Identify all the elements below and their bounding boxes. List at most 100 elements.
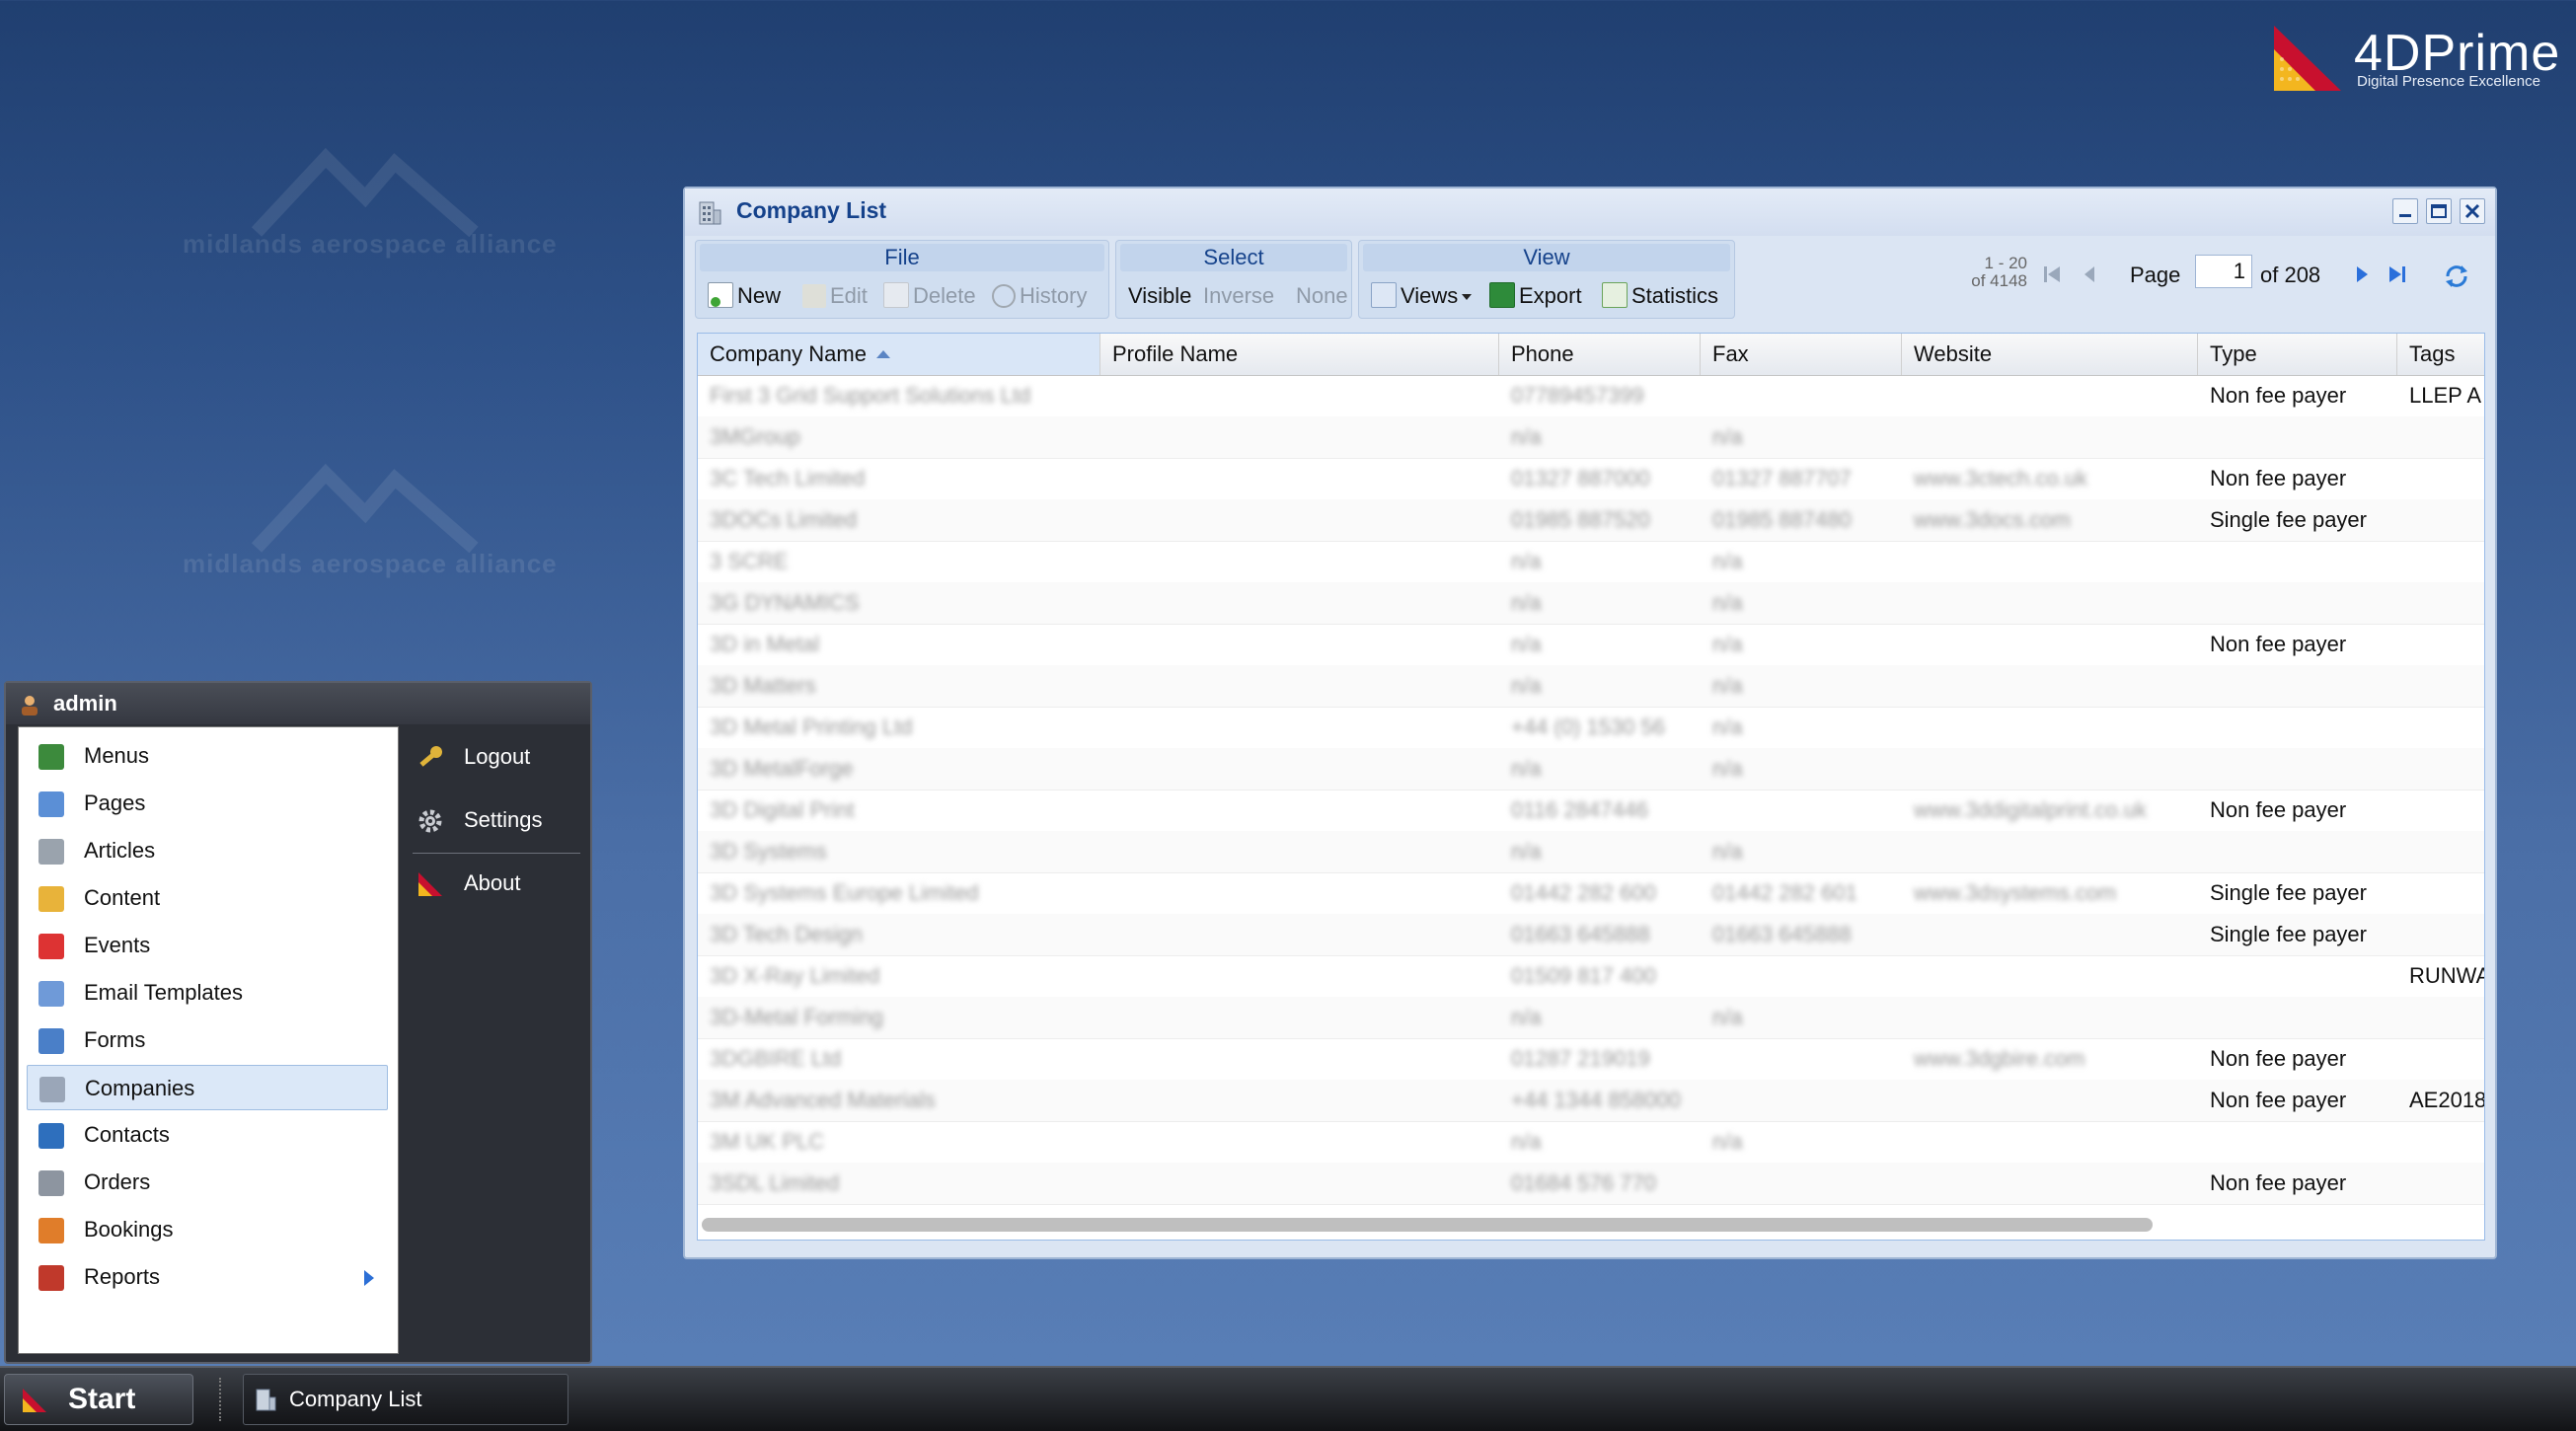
history-button[interactable]: History: [992, 280, 1087, 312]
menu-item-reports[interactable]: Reports: [27, 1254, 388, 1300]
cell-profile-name: [1112, 416, 1491, 458]
table-row[interactable]: 3D in Metal n/a n/a Non fee payer: [698, 624, 2484, 666]
refresh-button[interactable]: [2442, 262, 2471, 291]
cell-phone: n/a: [1511, 590, 1542, 615]
table-row[interactable]: 3D-Metal Forming n/a n/a: [698, 997, 2484, 1039]
settings-button[interactable]: Settings: [411, 795, 582, 845]
cell-fax: n/a: [1712, 673, 1743, 698]
cell-profile-name: [1112, 665, 1491, 707]
cell-fax: n/a: [1712, 590, 1743, 615]
delete-button[interactable]: Delete: [883, 280, 976, 312]
maximize-icon: [2427, 199, 2451, 223]
about-button[interactable]: About: [411, 859, 582, 908]
table-row[interactable]: 3DOCs Limited 01985 887520 01985 887480 www…: [698, 499, 2484, 542]
next-page-button[interactable]: [2349, 262, 2375, 287]
menu-item-pages[interactable]: Pages: [27, 781, 388, 826]
cell-phone: 01287 219019: [1511, 1046, 1650, 1071]
table-row[interactable]: 3D Systems n/a n/a: [698, 831, 2484, 873]
cell-website: [1914, 914, 2190, 955]
cell-tags: [2409, 1121, 2484, 1163]
column-header-phone[interactable]: Phone: [1499, 334, 1701, 375]
menu-item-contacts[interactable]: Contacts: [27, 1112, 388, 1158]
table-row[interactable]: 3M Advanced Materials +44 1344 858000 Non …: [698, 1080, 2484, 1122]
menu-item-email-templates[interactable]: Email Templates: [27, 970, 388, 1016]
column-header-company-name[interactable]: Company Name: [698, 334, 1100, 375]
start-button[interactable]: Start: [4, 1374, 193, 1425]
cell-type: [2210, 541, 2389, 582]
table-row[interactable]: First 3 Grid Support Solutions Ltd 077894…: [698, 375, 2484, 417]
edit-button[interactable]: Edit: [802, 280, 868, 312]
menu-item-content[interactable]: Content: [27, 875, 388, 921]
views-button[interactable]: Views: [1371, 280, 1473, 312]
table-row[interactable]: 3D X-Ray Limited 01509 817 400 RUNWA: [698, 955, 2484, 998]
cell-phone: 01684 576 770: [1511, 1170, 1656, 1195]
export-button[interactable]: Export: [1489, 280, 1582, 312]
view-group-label: View: [1363, 244, 1730, 271]
table-row[interactable]: 3SDL Limited 01684 576 770 Non fee payer: [698, 1163, 2484, 1205]
cell-profile-name: [1112, 955, 1491, 997]
cell-website: www.3ddigitalprint.co.uk: [1914, 797, 2148, 822]
last-page-button[interactable]: [2385, 262, 2410, 287]
table-row[interactable]: 3G DYNAMICS n/a n/a: [698, 582, 2484, 625]
maximize-button[interactable]: [2426, 198, 2452, 224]
cell-company-name: 3SDL Limited: [710, 1170, 840, 1195]
cell-tags: LLEP A: [2409, 383, 2481, 408]
table-row[interactable]: 3D Matters n/a n/a: [698, 665, 2484, 708]
select-none-button[interactable]: None: [1296, 280, 1348, 312]
views-label: Views: [1401, 283, 1459, 308]
table-row[interactable]: 3C Tech Limited 01327 887000 01327 887707 w…: [698, 458, 2484, 500]
building-icon: [699, 201, 721, 225]
new-button[interactable]: New: [708, 280, 781, 312]
cell-company-name: 3D Systems: [710, 839, 827, 864]
cell-company-name: 3D Systems Europe Limited: [710, 880, 979, 905]
table-row[interactable]: 3D Digital Print 0116 2847446 www.3ddigita…: [698, 790, 2484, 832]
table-row[interactable]: 3D Systems Europe Limited 01442 282 600 01…: [698, 872, 2484, 915]
menu-item-label: Events: [84, 933, 151, 957]
table-row[interactable]: 3 SCRE n/a n/a: [698, 541, 2484, 583]
column-header-label: Fax: [1712, 341, 1749, 366]
table-row[interactable]: 3D Metal Printing Ltd +44 (0) 1530 56 n/a: [698, 707, 2484, 749]
start-label: Start: [68, 1383, 136, 1415]
cell-website: [1914, 416, 2190, 458]
horizontal-scrollbar[interactable]: [702, 1218, 2153, 1232]
minimize-button[interactable]: [2392, 198, 2418, 224]
window-titlebar[interactable]: Company List: [685, 188, 2495, 236]
menu-item-companies[interactable]: Companies: [27, 1065, 388, 1110]
menu-item-events[interactable]: Events: [27, 923, 388, 968]
table-row[interactable]: 3D MetalForge n/a n/a: [698, 748, 2484, 791]
column-header-tags[interactable]: Tags: [2397, 334, 2484, 375]
cell-profile-name: [1112, 375, 1491, 416]
column-header-fax[interactable]: Fax: [1701, 334, 1902, 375]
select-visible-button[interactable]: Visible: [1128, 280, 1191, 312]
table-row[interactable]: 3MGroup n/a n/a: [698, 416, 2484, 459]
cell-fax: n/a: [1712, 756, 1743, 781]
statistics-button[interactable]: Statistics: [1602, 280, 1718, 312]
menu-item-forms[interactable]: Forms: [27, 1017, 388, 1063]
column-header-type[interactable]: Type: [2198, 334, 2397, 375]
taskbar-task-label: Company List: [289, 1387, 422, 1411]
table-row[interactable]: 3D Tech Design 01663 645888 01663 645888 Si…: [698, 914, 2484, 956]
watermark-logo: [247, 454, 484, 558]
table-row[interactable]: 3DGBIRE Ltd 01287 219019 www.3dgbire.com No…: [698, 1038, 2484, 1081]
select-inverse-button[interactable]: Inverse: [1203, 280, 1274, 312]
menu-item-label: Content: [84, 885, 161, 910]
close-button[interactable]: [2460, 198, 2485, 224]
logout-button[interactable]: Logout: [411, 732, 582, 782]
cell-website: [1914, 1121, 2190, 1163]
column-header-profile-name[interactable]: Profile Name: [1100, 334, 1499, 375]
table-row[interactable]: 3M UK PLC n/a n/a: [698, 1121, 2484, 1164]
cell-profile-name: [1112, 458, 1491, 499]
start-menu-items: Menus Pages Articles Content Events Email Tem…: [18, 726, 399, 1354]
next-page-icon: [2357, 266, 2368, 282]
column-header-website[interactable]: Website: [1902, 334, 2198, 375]
prev-page-button[interactable]: [2077, 262, 2102, 287]
taskbar-company-list[interactable]: Company List: [243, 1374, 568, 1425]
cell-fax: n/a: [1712, 632, 1743, 656]
menu-item-orders[interactable]: Orders: [27, 1160, 388, 1205]
menu-item-articles[interactable]: Articles: [27, 828, 388, 873]
first-page-button[interactable]: [2039, 262, 2065, 287]
page-input[interactable]: 1: [2195, 255, 2252, 288]
cell-tags: [2409, 624, 2484, 665]
menu-item-bookings[interactable]: Bookings: [27, 1207, 388, 1252]
menu-item-menus[interactable]: Menus: [27, 733, 388, 779]
